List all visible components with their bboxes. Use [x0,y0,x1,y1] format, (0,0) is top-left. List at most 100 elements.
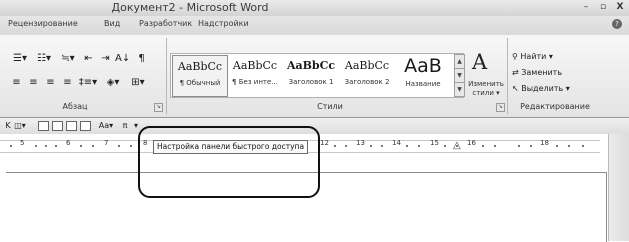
editing-group-label: Редактирование [520,102,590,111]
style-sample: AaBbCc [344,59,390,72]
find-label: Найти ▾ [520,52,553,61]
qat-button[interactable]: ◫▾ [14,120,26,131]
change-styles-label-line2: стили ▾ [472,89,500,97]
bullets-button[interactable]: ☰▾ [8,50,32,67]
ruler-number: 14 [392,139,401,147]
tab-review[interactable]: Рецензирование [8,19,78,28]
ruler-number: 13 [356,139,365,147]
qat-button[interactable]: Aa▾ [96,120,116,131]
style-caption: Название [405,80,441,88]
group-divider [166,38,167,114]
style-sample: АаВ [404,55,442,77]
ruler-tick [130,145,132,147]
ruler-tick [406,145,408,147]
style-sample: AaBbCc [177,60,223,73]
style-title[interactable]: АаВ Название [396,55,450,95]
style-caption: ¶ Обычный [179,79,221,87]
increase-indent-button[interactable]: ⇥ [97,50,114,67]
ruler-number: 12 [320,139,329,147]
ruler-tick [418,145,420,147]
replace-label: Заменить [521,68,563,77]
style-heading-2[interactable]: AaBbCc Заголовок 2 [340,55,394,95]
right-indent-marker-icon[interactable]: △ [453,140,461,151]
minimize-button[interactable]: – [580,2,592,12]
ruler-tick [556,145,558,147]
paragraph-group-label: Абзац [62,102,88,111]
ruler-number: 18 [540,139,549,147]
change-styles-icon[interactable]: A [472,50,487,74]
sort-button[interactable]: A↓ [114,50,131,67]
ruler-tick [518,145,520,147]
style-caption: Заголовок 2 [344,78,390,86]
vertical-scrollbar[interactable] [608,134,629,241]
numbering-button[interactable]: ☷▾ [32,50,56,67]
show-marks-button[interactable]: ¶ [133,50,150,67]
select-label: Выделить ▾ [521,84,570,93]
replace-button[interactable]: ⇄ Заменить [512,68,562,77]
qat-button[interactable] [66,121,77,131]
ruler-tick [370,145,372,147]
style-sample: AaBbCс [286,59,336,72]
qat-button[interactable] [38,121,49,131]
ruler-number: 6 [66,139,71,147]
ruler-tick [568,145,570,147]
ruler-tick [10,145,12,147]
tab-addins[interactable]: Надстройки [198,19,249,28]
window-title: Документ2 - Microsoft Word [111,1,269,14]
style-caption: ¶ Без инте... [232,78,278,86]
dialog-launcher-icon[interactable]: ↘ [496,103,505,112]
ruler-tick [334,145,336,147]
ruler-number: 15 [430,139,439,147]
styles-group-label: Стили [317,102,343,111]
help-icon[interactable]: ? [612,19,622,29]
ruler-number: 5 [20,139,25,147]
style-no-spacing[interactable]: AaBbCc ¶ Без инте... [228,55,282,95]
tab-view[interactable]: Вид [104,19,120,28]
change-styles-label-line1: Изменить [468,80,504,88]
close-button[interactable]: X [614,2,626,12]
shading-button[interactable]: ◈▾ [101,74,125,91]
cursor-icon: ↖ [512,84,522,93]
tab-developer[interactable]: Разработчик [139,19,192,28]
ruler-tick [345,145,347,147]
line-spacing-button[interactable]: ‡≡▾ [76,74,100,91]
ruler-tick [582,145,584,147]
justify-button[interactable]: ≡ [59,74,76,91]
maximize-button[interactable]: ▫ [597,2,609,12]
change-styles-button[interactable]: Изменить стили ▾ [464,80,508,98]
align-right-button[interactable]: ≡ [42,74,59,91]
ruler-tick [45,145,47,147]
ribbon-tabs-bar [0,16,629,35]
decrease-indent-button[interactable]: ⇤ [80,50,97,67]
select-button[interactable]: ↖ Выделить ▾ [512,84,570,93]
ruler-tick [118,145,120,147]
ruler-tick [381,145,383,147]
align-center-button[interactable]: ≡ [25,74,42,91]
find-button[interactable]: ⚲ Найти ▾ [512,52,553,61]
group-divider [507,38,508,114]
ruler-number: 7 [104,139,109,147]
ruler-tick [444,145,446,147]
multilevel-list-button[interactable]: ≒▾ [56,50,80,67]
ruler-tick [92,145,94,147]
ruler-tick [80,145,82,147]
qat-button[interactable]: K [2,120,14,131]
qat-button[interactable] [52,121,63,131]
style-caption: Заголовок 1 [288,78,334,86]
replace-icon: ⇄ [512,68,522,77]
dialog-launcher-icon[interactable]: ↘ [154,103,163,112]
ruler-tick [482,145,484,147]
ruler-tick [530,145,532,147]
highlight-callout [138,126,320,198]
ruler-tick [35,145,37,147]
style-heading-1[interactable]: AaBbCс Заголовок 1 [284,55,338,95]
gallery-scroll-up-icon[interactable]: ▲ [454,54,465,69]
ruler-tick [494,145,496,147]
borders-button[interactable]: ⊞▾ [126,74,150,91]
align-left-button[interactable]: ≡ [8,74,25,91]
style-sample: AaBbCc [232,59,278,72]
qat-button[interactable] [80,121,91,131]
ruler-number: 16 [467,139,476,147]
ruler-tick [55,145,57,147]
style-normal[interactable]: AaBbCc ¶ Обычный [172,55,228,97]
